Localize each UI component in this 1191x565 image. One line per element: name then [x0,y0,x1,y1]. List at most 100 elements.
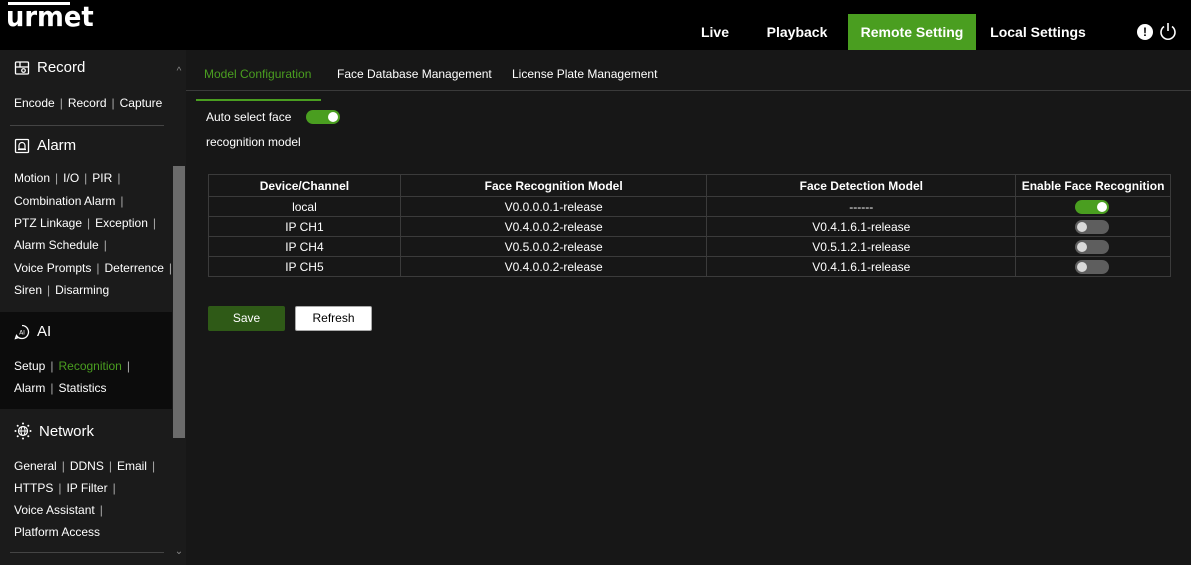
sidebar-item-capture[interactable]: Capture [120,96,163,110]
cell-channel: IP CH4 [208,236,401,257]
sidebar-item-deterrence[interactable]: Deterrence [105,261,164,275]
alarm-line-6: Siren | Disarming [14,283,110,297]
info-icon[interactable]: ! [1137,24,1153,40]
refresh-button[interactable]: Refresh [295,306,372,331]
nav-remote-setting[interactable]: Remote Setting [848,14,976,51]
sidebar-item-platform-access[interactable]: Platform Access [14,525,100,539]
header-enable-face-recognition: Enable Face Recognition [1015,174,1171,197]
header-face-detection-model: Face Detection Model [706,174,1017,197]
header-device-channel: Device/Channel [208,174,401,197]
cell-detection-model: V0.4.1.6.1-release [706,216,1017,237]
cell-enable [1015,196,1171,217]
enable-face-recognition-toggle[interactable] [1075,200,1110,214]
alarm-line-1: Motion | I/O | PIR | [14,171,121,185]
ai-line-2: Alarm | Statistics [14,381,107,395]
enable-face-recognition-toggle[interactable] [1075,220,1110,234]
record-links: Encode | Record | Capture [14,96,163,110]
cell-recognition-model: V0.4.0.0.2-release [399,256,708,277]
power-icon[interactable] [1158,21,1178,41]
table-row: IP CH5 V0.4.0.0.2-release V0.4.1.6.1-rel… [208,256,1171,277]
cell-channel: IP CH5 [208,256,401,277]
sidebar-item-exception[interactable]: Exception [95,216,148,230]
sidebar-title-ai: AI [37,323,52,340]
sidebar-scrollbar-thumb[interactable] [173,166,185,438]
sidebar-section-record[interactable]: Record [14,59,85,76]
sidebar-item-alarm-schedule[interactable]: Alarm Schedule [14,238,99,252]
nav-local-settings[interactable]: Local Settings [982,14,1094,51]
ai-icon: AI [14,324,30,340]
network-line-4: Platform Access [14,525,100,539]
enable-face-recognition-toggle[interactable] [1075,240,1110,254]
sidebar-item-ip-filter[interactable]: IP Filter [66,481,107,495]
sidebar-item-https[interactable]: HTTPS [14,481,53,495]
top-bar: urmet Live Playback Remote Setting Local… [0,0,1191,51]
tab-bar: Model Configuration Face Database Manage… [186,60,1191,101]
sidebar-item-combination-alarm[interactable]: Combination Alarm [14,194,115,208]
nav-playback[interactable]: Playback [755,14,839,51]
cell-enable [1015,256,1171,277]
network-icon [14,422,32,440]
tab-license-plate-management[interactable]: License Plate Management [512,67,657,81]
network-line-2: HTTPS | IP Filter | [14,481,116,495]
sidebar-item-io[interactable]: I/O [63,171,79,185]
sidebar-item-ai-alarm[interactable]: Alarm [14,381,45,395]
sidebar-section-network[interactable]: Network [14,422,94,440]
active-tab-indicator [196,99,321,101]
sidebar-item-motion[interactable]: Motion [14,171,50,185]
scroll-up-icon[interactable]: ^ [173,66,185,78]
sidebar-section-ai[interactable]: AI AI [14,323,51,340]
sidebar-item-ddns[interactable]: DDNS [70,459,104,473]
cell-detection-model: V0.4.1.6.1-release [706,256,1017,277]
svg-text:AI: AI [19,329,25,336]
cell-recognition-model: V0.5.0.0.2-release [399,236,708,257]
cell-recognition-model: V0.4.0.0.2-release [399,216,708,237]
sidebar-item-voice-prompts[interactable]: Voice Prompts [14,261,91,275]
sidebar-item-email[interactable]: Email [117,459,147,473]
cell-detection-model: ------ [706,196,1017,217]
network-line-3: Voice Assistant | [14,503,103,517]
auto-select-label-line1: Auto select face [206,110,292,124]
sidebar: Record Encode | Record | Capture Alarm Motio… [0,50,186,565]
model-table: Device/Channel Face Recognition Model Fa… [208,174,1171,277]
main-content: Model Configuration Face Database Manage… [186,50,1191,565]
save-button[interactable]: Save [208,306,285,331]
network-line-1: General | DDNS | Email | [14,459,156,473]
sidebar-title-alarm: Alarm [37,137,77,154]
enable-face-recognition-toggle[interactable] [1075,260,1110,274]
sidebar-item-voice-assistant[interactable]: Voice Assistant [14,503,95,517]
header-face-recognition-model: Face Recognition Model [399,174,708,197]
sidebar-item-statistics[interactable]: Statistics [58,381,106,395]
sidebar-item-setup[interactable]: Setup [14,359,45,373]
sidebar-item-record[interactable]: Record [68,96,107,110]
sidebar-title-record: Record [37,59,86,76]
cell-recognition-model: V0.0.0.0.1-release [399,196,708,217]
sidebar-item-recognition[interactable]: Recognition [58,359,121,373]
sidebar-divider [10,125,164,126]
sidebar-item-encode[interactable]: Encode [14,96,55,110]
logo-text: urmet [6,0,94,33]
cell-channel: local [208,196,401,217]
sidebar-item-pir[interactable]: PIR [92,171,112,185]
nav-live[interactable]: Live [686,14,744,51]
ai-line-1: Setup | Recognition | [14,359,130,373]
urmet-logo: urmet [6,2,94,38]
cell-detection-model: V0.5.1.2.1-release [706,236,1017,257]
sidebar-divider [10,552,164,553]
table-row: IP CH1 V0.4.0.0.2-release V0.4.1.6.1-rel… [208,216,1171,237]
sidebar-item-disarming[interactable]: Disarming [55,283,109,297]
sidebar-section-alarm[interactable]: Alarm [14,137,76,154]
auto-select-label-line2: recognition model [206,135,301,149]
record-icon [14,60,30,75]
auto-select-toggle[interactable] [306,110,340,124]
table-row: IP CH4 V0.5.0.0.2-release V0.5.1.2.1-rel… [208,236,1171,257]
table-header-row: Device/Channel Face Recognition Model Fa… [208,174,1171,197]
sidebar-item-siren[interactable]: Siren [14,283,42,297]
alarm-line-5: Voice Prompts | Deterrence | [14,261,172,275]
sidebar-title-network: Network [39,422,95,440]
sidebar-item-ptz-linkage[interactable]: PTZ Linkage [14,216,82,230]
tab-model-configuration[interactable]: Model Configuration [204,67,311,81]
tab-face-database-management[interactable]: Face Database Management [337,67,492,81]
scroll-down-icon[interactable]: ⌄ [173,546,185,558]
sidebar-item-general[interactable]: General [14,459,57,473]
cell-enable [1015,236,1171,257]
